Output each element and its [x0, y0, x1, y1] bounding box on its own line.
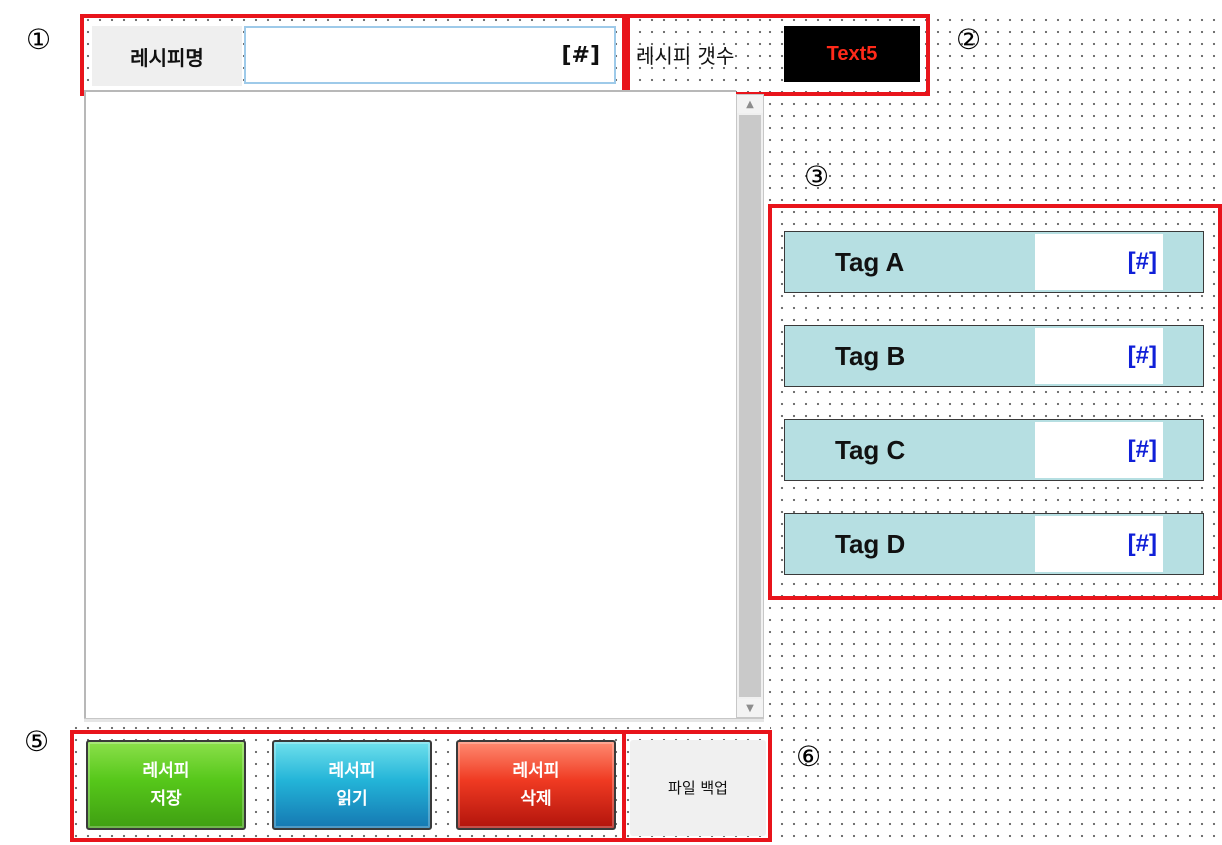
marker-6: ⑥	[796, 740, 822, 773]
marker-5: ⑤	[24, 725, 50, 758]
scroll-up-arrow-icon[interactable]: ▲	[737, 95, 763, 113]
marker-1: ①	[26, 23, 52, 56]
highlight-box-file-backup	[622, 730, 772, 842]
recipe-list[interactable]	[84, 90, 736, 722]
recipe-list-scrollbar[interactable]: ▲ ▼	[736, 94, 764, 718]
list-bottom-edge	[84, 718, 764, 722]
marker-2: ②	[956, 23, 982, 56]
highlight-box-tags	[768, 204, 1222, 600]
highlight-box-recipe-count	[626, 14, 930, 96]
scroll-down-arrow-icon[interactable]: ▼	[737, 699, 763, 717]
scrollbar-thumb[interactable]	[739, 115, 761, 697]
highlight-box-recipe-buttons	[70, 730, 626, 842]
highlight-box-recipe-name	[80, 14, 626, 96]
marker-3: ③	[804, 160, 830, 193]
